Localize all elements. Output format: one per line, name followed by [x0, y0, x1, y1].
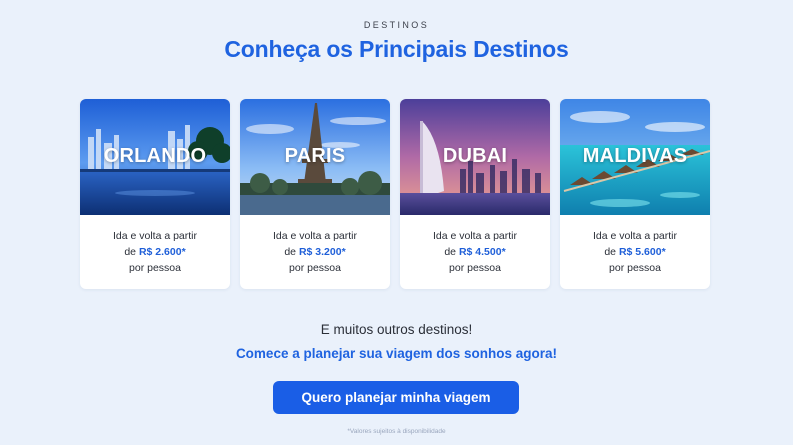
price-value: R$ 3.200*: [298, 246, 346, 258]
destination-cards: ORLANDO Ida e volta a partir de R$ 2.600…: [80, 99, 710, 289]
destination-name: MALDIVAS: [582, 145, 688, 167]
destination-name: PARIS: [284, 145, 346, 167]
disclaimer-text: *Valores sujeitos à disponibilidade: [347, 428, 446, 435]
price-per-person: por pessoa: [449, 262, 501, 274]
section-eyebrow: DESTINOS: [363, 20, 430, 30]
price-intro: Ida e volta a partir: [432, 230, 518, 242]
more-destinations-text: E muitos outros destinos!: [320, 322, 473, 337]
price-value: R$ 4.500*: [458, 246, 506, 258]
destination-card-dubai[interactable]: DUBAI Ida e volta a partir de R$ 4.500* …: [400, 99, 550, 289]
cta-headline: Comece a planejar sua viagem dos sonhos …: [235, 346, 558, 361]
dubai-photo: DUBAI: [400, 99, 550, 215]
destination-name: ORLANDO: [103, 145, 207, 167]
destination-info: Ida e volta a partir de R$ 5.600* por pe…: [560, 215, 710, 276]
orlando-photo: ORLANDO: [80, 99, 230, 215]
price-prefix: de: [604, 246, 617, 258]
maldives-photo: MALDIVAS: [560, 99, 710, 215]
price-intro: Ida e volta a partir: [112, 230, 198, 242]
price-per-person: por pessoa: [289, 262, 341, 274]
price-intro: Ida e volta a partir: [592, 230, 678, 242]
destination-info: Ida e volta a partir de R$ 2.600* por pe…: [80, 215, 230, 276]
destination-card-orlando[interactable]: ORLANDO Ida e volta a partir de R$ 2.600…: [80, 99, 230, 289]
destination-card-maldivas[interactable]: MALDIVAS Ida e volta a partir de R$ 5.60…: [560, 99, 710, 289]
paris-photo: PARIS: [240, 99, 390, 215]
price-prefix: de: [284, 246, 297, 258]
price-value: R$ 2.600*: [138, 246, 186, 258]
destination-info: Ida e volta a partir de R$ 3.200* por pe…: [240, 215, 390, 276]
price-prefix: de: [124, 246, 137, 258]
price-value: R$ 5.600*: [618, 246, 666, 258]
price-per-person: por pessoa: [129, 262, 181, 274]
destination-name: DUBAI: [442, 145, 508, 167]
destination-info: Ida e volta a partir de R$ 4.500* por pe…: [400, 215, 550, 276]
price-intro: Ida e volta a partir: [272, 230, 358, 242]
destination-card-paris[interactable]: PARIS Ida e volta a partir de R$ 3.200* …: [240, 99, 390, 289]
price-per-person: por pessoa: [609, 262, 661, 274]
page-title: Conheça os Principais Destinos: [224, 36, 569, 62]
price-prefix: de: [444, 246, 457, 258]
plan-trip-button[interactable]: Quero planejar minha viagem: [273, 381, 519, 414]
